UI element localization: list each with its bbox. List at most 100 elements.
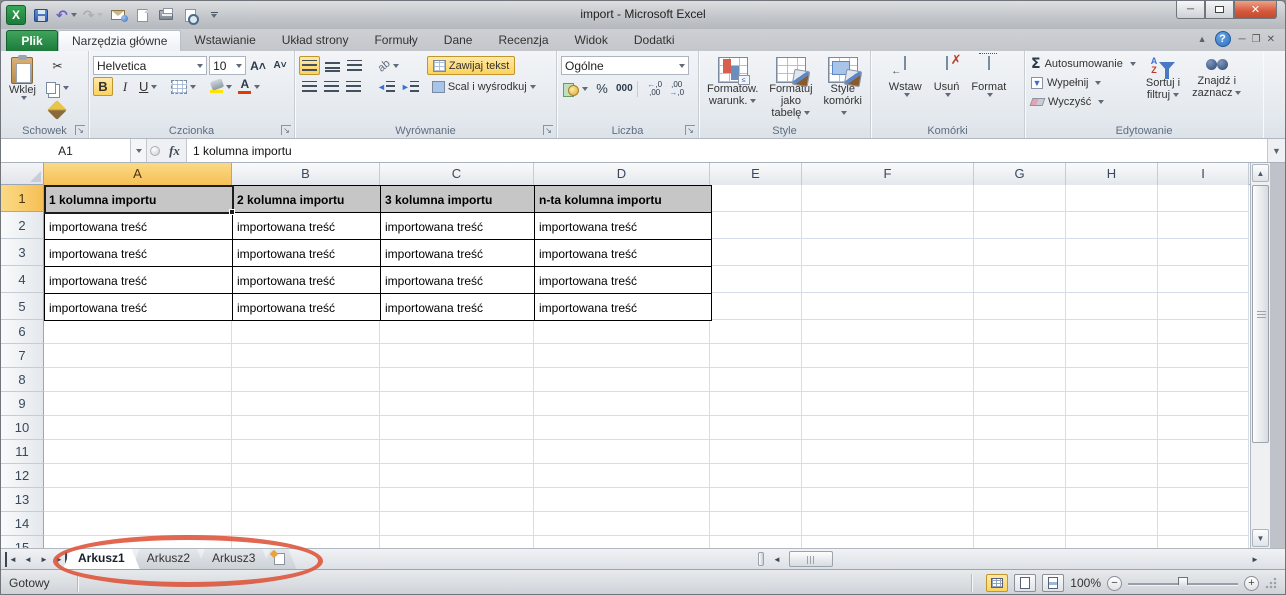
insert-cells-button[interactable]: ← Wstaw xyxy=(885,54,926,122)
fill-handle[interactable] xyxy=(229,209,235,215)
row-header-7[interactable]: 7 xyxy=(1,344,44,368)
column-header-B[interactable]: B xyxy=(232,163,380,185)
cell-G14[interactable] xyxy=(974,512,1066,536)
mail-icon[interactable] xyxy=(109,5,127,25)
decrease-indent-button[interactable]: ◄ xyxy=(375,77,397,96)
tab-insert[interactable]: Wstawianie xyxy=(181,30,268,51)
cell-B1-content[interactable]: 2 kolumna importu xyxy=(233,186,381,213)
cut-button[interactable]: ✂ xyxy=(44,56,71,75)
cell-A10[interactable] xyxy=(44,416,232,440)
name-box-dropdown[interactable] xyxy=(131,139,147,162)
column-header-D[interactable]: D xyxy=(534,163,710,185)
zoom-slider[interactable] xyxy=(1128,576,1238,591)
cell-C11[interactable] xyxy=(380,440,534,464)
cell-I1[interactable] xyxy=(1158,185,1249,212)
cell-A14[interactable] xyxy=(44,512,232,536)
cell-D13[interactable] xyxy=(534,488,710,512)
cell-G4[interactable] xyxy=(974,266,1066,293)
align-left-button[interactable] xyxy=(299,77,319,96)
name-box[interactable]: A1 xyxy=(1,139,131,162)
cell-F10[interactable] xyxy=(802,416,974,440)
cell-B7[interactable] xyxy=(232,344,380,368)
sheet-tab-arkusz1[interactable]: Arkusz1 xyxy=(63,549,140,569)
cell-G9[interactable] xyxy=(974,392,1066,416)
cell-A6[interactable] xyxy=(44,320,232,344)
cell-E7[interactable] xyxy=(710,344,802,368)
tab-page-layout[interactable]: Układ strony xyxy=(269,30,362,51)
font-size-select[interactable]: 10 xyxy=(209,56,246,75)
cell-D3-content[interactable]: importowana treść xyxy=(535,240,712,267)
cell-B12[interactable] xyxy=(232,464,380,488)
scroll-left-icon[interactable]: ◄ xyxy=(769,551,785,567)
scroll-down-icon[interactable]: ▼ xyxy=(1252,529,1269,547)
font-dialog-launcher[interactable]: ↘ xyxy=(281,125,291,135)
cell-D1-content[interactable]: n-ta kolumna importu xyxy=(535,186,712,213)
restore-button[interactable] xyxy=(1205,1,1234,19)
cell-F9[interactable] xyxy=(802,392,974,416)
cell-C7[interactable] xyxy=(380,344,534,368)
row-header-3[interactable]: 3 xyxy=(1,239,44,266)
tab-file[interactable]: Plik xyxy=(6,30,58,51)
cell-E12[interactable] xyxy=(710,464,802,488)
currency-format-button[interactable] xyxy=(561,79,590,98)
cell-C3-content[interactable]: importowana treść xyxy=(381,240,535,267)
workbook-minimize-icon[interactable]: ─ xyxy=(1239,34,1246,45)
cell-E3[interactable] xyxy=(710,239,802,266)
cell-B6[interactable] xyxy=(232,320,380,344)
cell-E13[interactable] xyxy=(710,488,802,512)
orientation-button[interactable]: ab xyxy=(376,56,401,75)
cell-G6[interactable] xyxy=(974,320,1066,344)
cell-E9[interactable] xyxy=(710,392,802,416)
select-all-corner[interactable] xyxy=(1,163,44,184)
cell-D12[interactable] xyxy=(534,464,710,488)
sheet-tab-arkusz3[interactable]: Arkusz3 xyxy=(197,549,270,569)
cell-D5-content[interactable]: importowana treść xyxy=(535,294,712,321)
clear-button[interactable]: Wyczyść xyxy=(1029,92,1138,111)
cell-I3[interactable] xyxy=(1158,239,1249,266)
cell-E6[interactable] xyxy=(710,320,802,344)
minimize-button[interactable]: ─ xyxy=(1176,1,1205,19)
cell-D15[interactable] xyxy=(534,536,710,548)
cell-I5[interactable] xyxy=(1158,293,1249,320)
cell-H12[interactable] xyxy=(1066,464,1158,488)
cell-G1[interactable] xyxy=(974,185,1066,212)
collapse-ribbon-icon[interactable]: ▲ xyxy=(1198,34,1207,44)
cell-A11[interactable] xyxy=(44,440,232,464)
row-header-2[interactable]: 2 xyxy=(1,212,44,239)
column-header-H[interactable]: H xyxy=(1066,163,1158,185)
vertical-scrollbar-thumb[interactable] xyxy=(1252,185,1269,443)
number-dialog-launcher[interactable]: ↘ xyxy=(685,125,695,135)
vertical-scrollbar[interactable]: ▲ ▼ xyxy=(1250,163,1270,548)
cell-I12[interactable] xyxy=(1158,464,1249,488)
scroll-right-icon[interactable]: ► xyxy=(1247,551,1263,567)
row-header-5[interactable]: 5 xyxy=(1,293,44,320)
cell-F8[interactable] xyxy=(802,368,974,392)
cell-F1[interactable] xyxy=(802,185,974,212)
middle-align-button[interactable] xyxy=(322,56,342,75)
column-header-A[interactable]: A xyxy=(44,163,232,185)
clipboard-dialog-launcher[interactable]: ↘ xyxy=(75,125,85,135)
percent-style-button[interactable]: % xyxy=(592,79,612,98)
customize-qat-icon[interactable] xyxy=(205,5,223,25)
cell-E4[interactable] xyxy=(710,266,802,293)
cell-G5[interactable] xyxy=(974,293,1066,320)
cell-F13[interactable] xyxy=(802,488,974,512)
cell-E10[interactable] xyxy=(710,416,802,440)
cell-I15[interactable] xyxy=(1158,536,1249,548)
cell-H5[interactable] xyxy=(1066,293,1158,320)
cell-D9[interactable] xyxy=(534,392,710,416)
cell-G12[interactable] xyxy=(974,464,1066,488)
autosum-button[interactable]: Σ Autosumowanie xyxy=(1029,54,1138,73)
excel-logo-icon[interactable]: X xyxy=(6,5,26,25)
bold-button[interactable]: B xyxy=(93,77,113,96)
align-right-button[interactable] xyxy=(343,77,363,96)
cell-B4-content[interactable]: importowana treść xyxy=(233,267,381,294)
cell-F2[interactable] xyxy=(802,212,974,239)
row-header-1[interactable]: 1 xyxy=(1,185,44,212)
delete-cells-button[interactable]: ✗ Usuń xyxy=(930,54,964,122)
cell-E15[interactable] xyxy=(710,536,802,548)
cell-A5-content[interactable]: importowana treść xyxy=(45,294,233,321)
horizontal-scrollbar-thumb[interactable] xyxy=(789,551,833,567)
font-name-select[interactable]: Helvetica xyxy=(93,56,207,75)
cell-A15[interactable] xyxy=(44,536,232,548)
